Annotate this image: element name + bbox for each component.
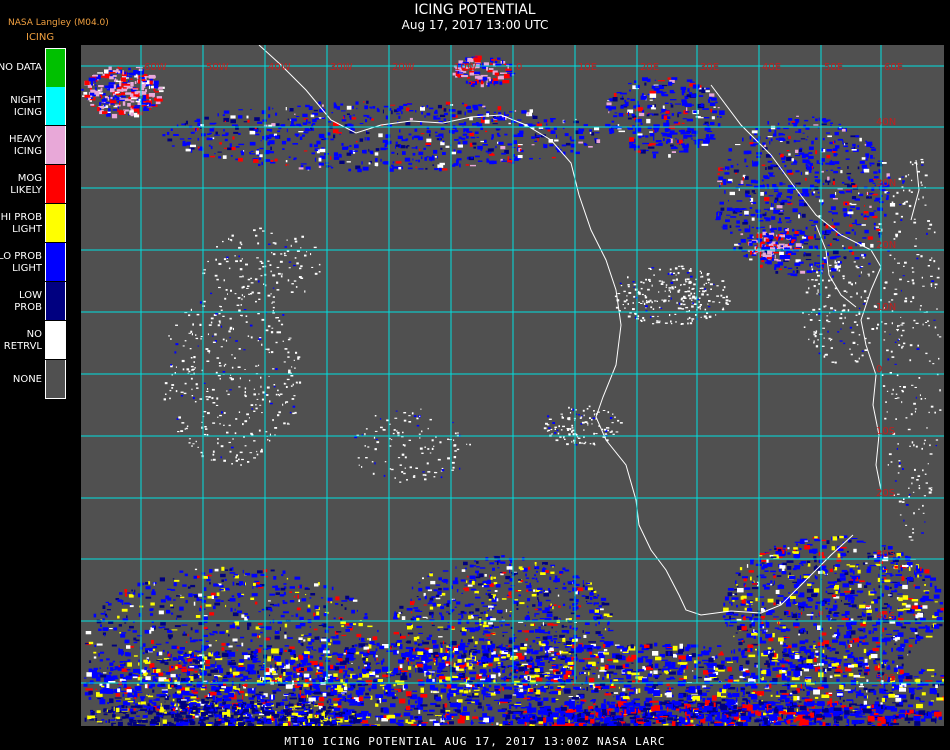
lon-label: 30W <box>330 62 353 73</box>
lon-label: 30E <box>700 62 719 73</box>
legend-label-line: RETRVL <box>3 340 42 352</box>
legend-label-line: LO PROB <box>0 250 42 262</box>
lon-label: 50E <box>824 62 843 73</box>
legend-entry: NONE <box>0 360 70 399</box>
legend-label-line: LIGHT <box>12 223 42 235</box>
lon-label: 40W <box>268 62 291 73</box>
legend-label: NO RETRVL <box>0 321 42 360</box>
lon-label: 10E <box>578 62 597 73</box>
legend-entry: NO RETRVL <box>0 321 70 360</box>
legend-label-line: NONE <box>12 373 42 385</box>
legend-label-line: ICING <box>13 106 42 118</box>
legend-label: HEAVY ICING <box>0 126 42 165</box>
legend-label: HI PROB LIGHT <box>0 204 42 243</box>
legend-label: NIGHT ICING <box>0 87 42 126</box>
legend-entry: LO PROB LIGHT <box>0 243 70 282</box>
legend-swatch <box>45 126 66 164</box>
icing-map: 60W 50W 40W 30W 20W 10W 0 10E 20E 30E 40E 50E 60E 40N… <box>81 45 944 726</box>
lat-label: 20N <box>876 240 896 251</box>
legend-entry: HEAVY ICING <box>0 126 70 165</box>
lat-label: 40S <box>876 611 895 622</box>
legend-swatch <box>45 282 66 320</box>
legend-label-line: ICING <box>13 145 42 157</box>
legend: NO DATA NIGHT ICING HEAVY ICING MOG LIKELY HI P… <box>0 48 70 399</box>
legend-swatch <box>45 321 66 359</box>
product-label: ICING <box>26 32 55 43</box>
legend-label: NONE <box>0 360 42 399</box>
legend-entry: HI PROB LIGHT <box>0 204 70 243</box>
lat-label: 40N <box>876 117 896 128</box>
legend-label-line: NIGHT <box>10 94 42 106</box>
lat-label: 30S <box>876 549 895 560</box>
legend-label-line: LIGHT <box>12 262 42 274</box>
lon-label: 0 <box>516 62 522 73</box>
legend-swatch <box>45 243 66 281</box>
legend-label-line: NO DATA <box>0 61 42 73</box>
legend-entry: NO DATA <box>0 48 70 87</box>
map-title: ICING POTENTIAL <box>414 2 536 18</box>
legend-swatch <box>45 165 66 203</box>
legend-swatch <box>45 87 66 125</box>
lat-label: 0 <box>876 364 882 375</box>
lon-label: 20E <box>640 62 659 73</box>
lon-label: 60W <box>144 62 167 73</box>
legend-label-line: PROB <box>14 301 42 313</box>
map-datetime: Aug 17, 2017 13:00 UTC <box>401 18 549 32</box>
legend-label-line: LOW <box>19 289 42 301</box>
lat-label: 50S <box>876 673 895 684</box>
legend-label: LO PROB LIGHT <box>0 243 42 282</box>
legend-swatch <box>45 360 66 399</box>
lat-label: 10S <box>876 426 895 437</box>
lon-label: 50W <box>206 62 229 73</box>
lon-label: 40E <box>762 62 781 73</box>
lat-label: 20S <box>876 488 895 499</box>
legend-entry: LOW PROB <box>0 282 70 321</box>
legend-label: LOW PROB <box>0 282 42 321</box>
legend-label: NO DATA <box>0 48 42 87</box>
lon-label: 60E <box>884 62 903 73</box>
legend-label-line: HEAVY <box>9 133 42 145</box>
lat-label: 10N <box>876 302 896 313</box>
legend-entry: NIGHT ICING <box>0 87 70 126</box>
legend-label: MOG LIKELY <box>0 165 42 204</box>
producer-label: NASA Langley (M04.0) <box>8 18 109 28</box>
lat-label: 30N <box>876 178 896 189</box>
lon-label: 20W <box>392 62 415 73</box>
footer-caption: MT10 ICING POTENTIAL AUG 17, 2017 13:00Z… <box>284 735 666 748</box>
lon-label: 10W <box>454 62 477 73</box>
legend-entry: MOG LIKELY <box>0 165 70 204</box>
legend-label-line: LIKELY <box>10 184 42 196</box>
legend-swatch <box>45 48 66 87</box>
legend-label-line: HI PROB <box>0 211 42 223</box>
legend-swatch <box>45 204 66 242</box>
legend-label-line: NO <box>26 328 42 340</box>
legend-label-line: MOG <box>17 172 42 184</box>
